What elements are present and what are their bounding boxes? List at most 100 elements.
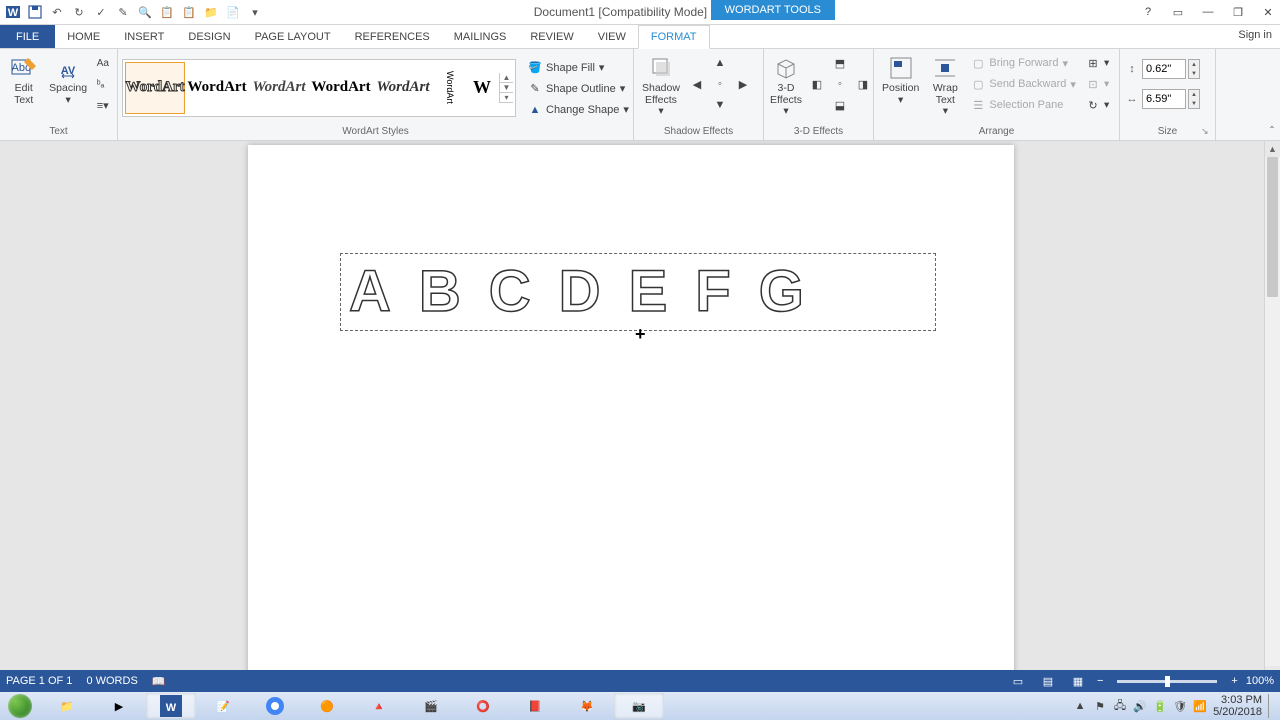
change-shape-button[interactable]: ▲Change Shape▾ [524, 100, 633, 120]
page-indicator[interactable]: PAGE 1 OF 1 [6, 675, 72, 687]
app-icon[interactable]: 🎬 [406, 693, 456, 719]
shadow-effects-button[interactable]: Shadow Effects ▾ [638, 51, 684, 120]
tilt-up-icon[interactable]: ⬒ [829, 53, 851, 73]
nudge-up-icon[interactable]: ▲ [709, 53, 731, 73]
qat-icon[interactable]: ✓ [92, 3, 110, 21]
maximize-icon[interactable]: ❐ [1230, 4, 1246, 20]
qat-icon[interactable]: 📄 [224, 3, 242, 21]
battery-icon[interactable]: 🔋 [1153, 699, 1167, 713]
tilt-left-icon[interactable]: ◧ [806, 74, 828, 94]
save-icon[interactable] [26, 3, 44, 21]
start-button[interactable] [2, 693, 38, 719]
document-area[interactable]: A B C D E F G + [0, 141, 1264, 682]
collapse-ribbon-icon[interactable]: ˆ [1270, 124, 1274, 138]
spacing-button[interactable]: AV Spacing ▾ [45, 51, 90, 108]
tilt-center-icon[interactable]: ◦ [829, 74, 851, 94]
qat-icon[interactable]: 📁 [202, 3, 220, 21]
bring-forward-button[interactable]: ▢Bring Forward▾ [967, 53, 1080, 73]
app-icon[interactable]: 📝 [198, 693, 248, 719]
align-button[interactable]: ⊞▾ [1082, 53, 1113, 73]
send-backward-button[interactable]: ▢Send Backward▾ [967, 74, 1080, 94]
tab-insert[interactable]: INSERT [112, 25, 176, 48]
nudge-right-icon[interactable]: ▶ [732, 74, 754, 94]
minimize-icon[interactable]: — [1200, 4, 1216, 20]
clock[interactable]: 3:03 PM 5/20/2018 [1213, 694, 1262, 718]
undo-icon[interactable]: ↶ [48, 3, 66, 21]
explorer-icon[interactable]: 📁 [42, 693, 92, 719]
tilt-right-icon[interactable]: ◨ [852, 74, 874, 94]
edit-text-button[interactable]: Abc Edit Text [4, 51, 43, 108]
zoom-out-icon[interactable]: − [1097, 675, 1103, 687]
qat-icon[interactable]: 📋 [180, 3, 198, 21]
chrome-icon[interactable] [250, 693, 300, 719]
flag-icon[interactable]: ⚑ [1093, 699, 1107, 713]
ribbon-display-icon[interactable]: ▭ [1170, 4, 1186, 20]
width-input[interactable]: 6.59" [1142, 89, 1186, 109]
qat-icon[interactable]: 🔍 [136, 3, 154, 21]
zoom-level[interactable]: 100% [1246, 675, 1274, 687]
nudge-down-icon[interactable]: ▼ [709, 95, 731, 115]
qat-icon[interactable]: 📋 [158, 3, 176, 21]
tab-page-layout[interactable]: PAGE LAYOUT [243, 25, 343, 48]
shield-icon[interactable]: 🛡 [1173, 699, 1187, 713]
shape-fill-button[interactable]: 🪣Shape Fill▾ [524, 58, 633, 78]
wordart-object[interactable]: A B C D E F G + [340, 253, 936, 331]
close-icon[interactable]: ✕ [1260, 4, 1276, 20]
gallery-down-icon[interactable]: ▼ [500, 83, 513, 93]
gallery-item[interactable]: WordArt [125, 62, 185, 114]
gallery-item[interactable]: WordArt [249, 62, 309, 114]
align-button[interactable]: ≡▾ [93, 95, 113, 115]
word-taskbar-icon[interactable]: W [146, 693, 196, 719]
tab-mailings[interactable]: MAILINGS [442, 25, 519, 48]
size-launcher-icon[interactable]: ↘ [1201, 126, 1213, 138]
tab-format[interactable]: FORMAT [638, 25, 710, 49]
gallery-item[interactable]: WordArt [373, 62, 433, 114]
gallery-more-icon[interactable]: ▾ [500, 93, 513, 103]
shape-outline-button[interactable]: ✎Shape Outline▾ [524, 79, 633, 99]
width-spinner[interactable]: ▲▼ [1188, 89, 1200, 109]
gallery-up-icon[interactable]: ▲ [500, 73, 513, 83]
wifi-icon[interactable]: 📶 [1193, 699, 1207, 713]
gallery-item[interactable]: WordArt [187, 62, 247, 114]
firefox-icon[interactable]: 🦊 [562, 693, 612, 719]
vertical-text-button[interactable]: ᵇₐ [93, 74, 113, 94]
tab-file[interactable]: FILE [0, 25, 55, 48]
even-height-button[interactable]: Aa [93, 53, 113, 73]
opera-icon[interactable]: ⭕ [458, 693, 508, 719]
volume-icon[interactable]: 🔊 [1133, 699, 1147, 713]
tab-view[interactable]: VIEW [586, 25, 638, 48]
position-button[interactable]: Position ▾ [878, 51, 923, 108]
nudge-left-icon[interactable]: ◀ [686, 74, 708, 94]
height-input[interactable]: 0.62" [1142, 59, 1186, 79]
tray-up-icon[interactable]: ▲ [1073, 699, 1087, 713]
tab-home[interactable]: HOME [55, 25, 112, 48]
group-button[interactable]: ⊡▾ [1082, 74, 1113, 94]
mediaplayer-icon[interactable]: ▶ [94, 693, 144, 719]
word-count[interactable]: 0 WORDS [86, 675, 137, 687]
zoom-slider[interactable] [1117, 680, 1217, 683]
read-mode-icon[interactable]: ▭ [1007, 673, 1029, 689]
tab-design[interactable]: DESIGN [176, 25, 242, 48]
show-desktop-button[interactable] [1268, 694, 1276, 718]
gallery-item[interactable]: WordArt [311, 62, 371, 114]
help-icon[interactable]: ? [1140, 4, 1156, 20]
network-icon[interactable]: 🖧 [1113, 699, 1127, 713]
redo-icon[interactable]: ↻ [70, 3, 88, 21]
wrap-text-button[interactable]: Wrap Text ▾ [925, 51, 965, 120]
scroll-up-icon[interactable]: ▲ [1265, 141, 1280, 157]
word-icon[interactable]: W [4, 3, 22, 21]
tab-references[interactable]: REFERENCES [343, 25, 442, 48]
print-layout-icon[interactable]: ▤ [1037, 673, 1059, 689]
vlc-icon[interactable]: 🔺 [354, 693, 404, 719]
proofing-icon[interactable]: 📖 [152, 675, 166, 688]
gallery-item[interactable]: W [467, 62, 497, 114]
nudge-center-icon[interactable]: ◦ [709, 74, 731, 94]
qat-more-icon[interactable]: ▾ [246, 3, 264, 21]
tab-review[interactable]: REVIEW [518, 25, 585, 48]
zoom-in-icon[interactable]: + [1231, 675, 1237, 687]
scroll-thumb[interactable] [1267, 157, 1278, 297]
height-spinner[interactable]: ▲▼ [1188, 59, 1200, 79]
tilt-down-icon[interactable]: ⬓ [829, 95, 851, 115]
3d-effects-button[interactable]: 3-D Effects ▾ [768, 51, 804, 120]
qat-icon[interactable]: ✎ [114, 3, 132, 21]
